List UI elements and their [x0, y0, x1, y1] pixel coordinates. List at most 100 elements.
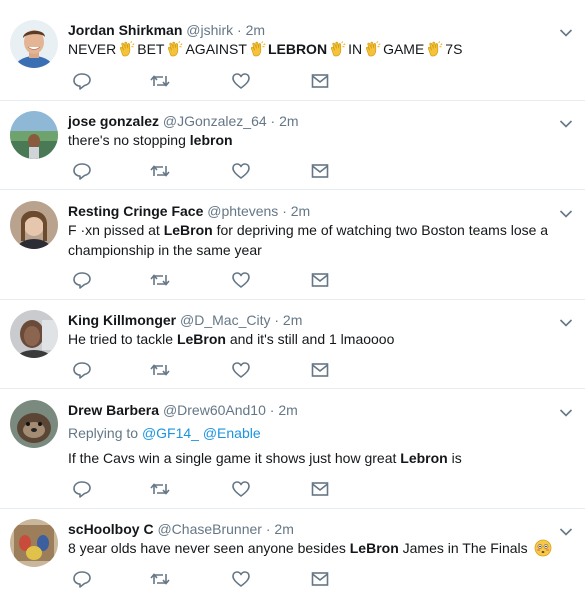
heart-icon[interactable] — [231, 162, 251, 180]
retweet-icon[interactable] — [150, 72, 170, 90]
avatar[interactable] — [10, 111, 58, 159]
tweet-text: He tried to tackle LeBron and it's still… — [68, 329, 561, 349]
avatar[interactable] — [10, 400, 58, 448]
display-name[interactable]: Drew Barbera — [68, 402, 159, 418]
envelope-icon[interactable] — [310, 72, 330, 90]
tweet-header: jose gonzalez @JGonzalez_64 · 2m — [68, 112, 299, 130]
user-handle[interactable]: @phtevens — [207, 203, 278, 219]
avatar[interactable] — [10, 519, 58, 567]
reply-icon[interactable] — [72, 570, 92, 588]
envelope-icon[interactable] — [310, 361, 330, 379]
reply-icon[interactable] — [72, 271, 92, 289]
clapping-hands-emoji-icon — [364, 41, 381, 57]
clapping-hands-emoji-icon — [329, 41, 346, 57]
keyword: LeBron — [163, 222, 213, 238]
reply-icon[interactable] — [72, 361, 92, 379]
tweet-text: F ·xn pissed at LeBron for depriving me … — [68, 220, 561, 260]
envelope-icon[interactable] — [310, 162, 330, 180]
separator: · — [237, 22, 242, 38]
keyword: lebron — [189, 132, 233, 148]
user-handle[interactable]: @ChaseBrunner — [157, 521, 262, 537]
clapping-hands-emoji-icon — [118, 41, 135, 57]
reply-icon[interactable] — [72, 480, 92, 498]
display-name[interactable]: jose gonzalez — [68, 113, 159, 129]
tweet-text-part: is — [447, 450, 462, 466]
retweet-icon[interactable] — [150, 570, 170, 588]
tweet-word: NEVER — [68, 41, 117, 57]
display-name[interactable]: scHoolboy C — [68, 521, 154, 537]
tweet-header: Drew Barbera @Drew60And10 · 2m — [68, 401, 298, 419]
heart-icon[interactable] — [231, 570, 251, 588]
avatar[interactable] — [10, 20, 58, 68]
tweet-text-part: F ·xn pissed at — [68, 222, 164, 238]
chevron-down-icon[interactable] — [559, 206, 573, 216]
tweet-header: scHoolboy C @ChaseBrunner · 2m — [68, 520, 294, 538]
avatar[interactable] — [10, 201, 58, 249]
tweet-word: AGAINST — [185, 41, 247, 57]
chevron-down-icon[interactable] — [559, 524, 573, 534]
user-handle[interactable]: @D_Mac_City — [180, 312, 270, 328]
envelope-icon[interactable] — [310, 570, 330, 588]
avatar[interactable] — [10, 310, 58, 358]
tweet[interactable]: scHoolboy C @ChaseBrunner · 2m 8 year ol… — [0, 509, 585, 591]
tweet-text-part: He tried to tackle — [68, 331, 177, 347]
display-name[interactable]: Jordan Shirkman — [68, 22, 182, 38]
tweet-text-part: 8 year olds have never seen anyone besid… — [68, 540, 350, 556]
tweet-text: 8 year olds have never seen anyone besid… — [68, 538, 561, 558]
tweet-text-part: If the Cavs win a single game it shows j… — [68, 450, 401, 466]
tweet[interactable]: jose gonzalez @JGonzalez_64 · 2m there's… — [0, 101, 585, 190]
separator: · — [269, 402, 275, 418]
retweet-icon[interactable] — [150, 361, 170, 379]
chevron-down-icon[interactable] — [559, 25, 573, 35]
retweet-icon[interactable] — [150, 271, 170, 289]
tweet-text: there's no stopping lebron — [68, 130, 561, 150]
keyword: Lebron — [400, 450, 448, 466]
tweet-word: 7S — [445, 41, 463, 57]
tweet[interactable]: Drew Barbera @Drew60And10 · 2m Replying … — [0, 389, 585, 509]
display-name[interactable]: King Killmonger — [68, 312, 176, 328]
chevron-down-icon[interactable] — [559, 116, 573, 126]
heart-icon[interactable] — [231, 72, 251, 90]
user-handle[interactable]: @jshirk — [186, 22, 233, 38]
tweet-word: IN — [348, 41, 363, 57]
tweet[interactable]: Resting Cringe Face @phtevens · 2m F ·xn… — [0, 190, 585, 300]
keyword: LeBron — [349, 540, 399, 556]
tweet[interactable]: Jordan Shirkman @jshirk · 2m NEVER BET AGA… — [0, 0, 585, 101]
timestamp[interactable]: 2m — [278, 402, 297, 418]
tweet-header: Jordan Shirkman @jshirk · 2m — [68, 21, 265, 39]
retweet-icon[interactable] — [150, 162, 170, 180]
mention-link[interactable]: @GF14_ — [142, 425, 199, 441]
tweet-feed: Jordan Shirkman @jshirk · 2m NEVER BET AGA… — [0, 0, 585, 591]
tweet-word: GAME — [383, 41, 425, 57]
envelope-icon[interactable] — [310, 480, 330, 498]
heart-icon[interactable] — [231, 361, 251, 379]
tweet-text: NEVER BET AGAINST LEBRON IN GAME 7S — [68, 39, 561, 59]
timestamp[interactable]: 2m — [279, 113, 298, 129]
tweet-word: LEBRON — [267, 41, 328, 57]
user-handle[interactable]: @Drew60And10 — [163, 402, 266, 418]
separator: · — [282, 203, 287, 219]
timestamp[interactable]: 2m — [291, 203, 310, 219]
user-handle[interactable]: @JGonzalez_64 — [163, 113, 267, 129]
display-name[interactable]: Resting Cringe Face — [68, 203, 203, 219]
retweet-icon[interactable] — [150, 480, 170, 498]
reply-icon[interactable] — [72, 72, 92, 90]
separator: · — [265, 521, 271, 537]
reply-icon[interactable] — [72, 162, 92, 180]
tweet[interactable]: King Killmonger @D_Mac_City · 2m He trie… — [0, 300, 585, 389]
envelope-icon[interactable] — [310, 271, 330, 289]
heart-icon[interactable] — [231, 271, 251, 289]
timestamp[interactable]: 2m — [283, 312, 302, 328]
heart-icon[interactable] — [231, 480, 251, 498]
separator: · — [274, 312, 280, 328]
tweet-word: BET — [137, 41, 165, 57]
mention-link[interactable]: @Enable — [203, 425, 261, 441]
clapping-hands-emoji-icon — [166, 41, 183, 57]
timestamp[interactable]: 2m — [274, 521, 293, 537]
chevron-down-icon[interactable] — [559, 405, 573, 415]
timestamp[interactable]: 2m — [246, 22, 265, 38]
separator: · — [270, 113, 276, 129]
tweet-text-part: there's no stopping — [68, 132, 190, 148]
chevron-down-icon[interactable] — [559, 315, 573, 325]
keyword: LeBron — [176, 331, 226, 347]
